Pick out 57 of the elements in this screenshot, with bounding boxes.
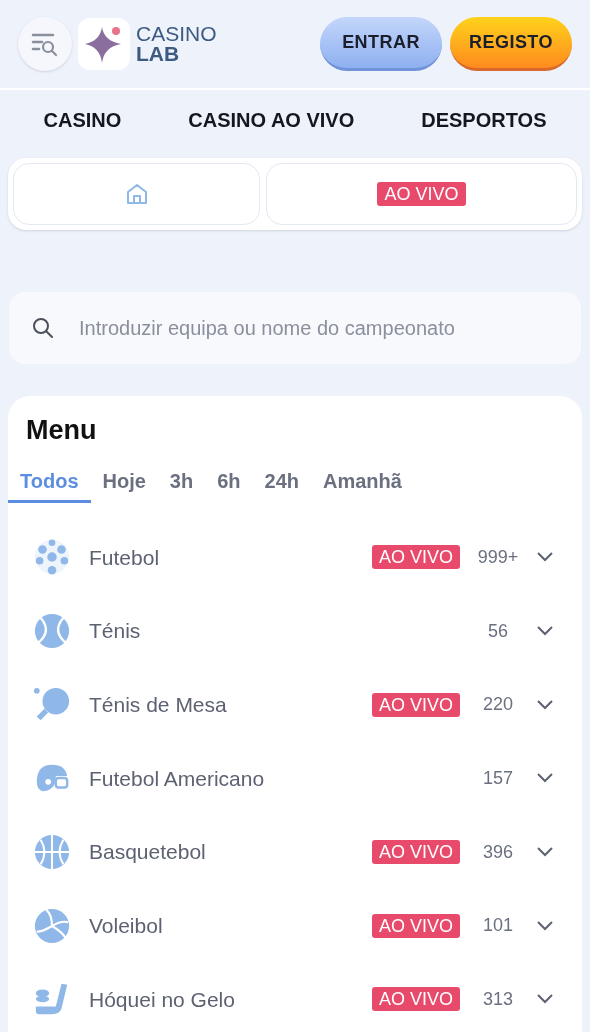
logo-text-lab: LAB [136, 44, 181, 64]
chevron-down-icon [536, 772, 554, 785]
sport-row[interactable]: Ténis 56 [8, 594, 582, 668]
chevron-down-icon [536, 846, 554, 859]
search-field[interactable]: Introduzir equipa ou nome do campeonato [9, 292, 581, 364]
nav-link[interactable]: DESPORTOS [421, 105, 547, 135]
sport-name: Hóquei no Gelo [89, 986, 235, 1013]
filter-tab[interactable]: Amanhã [311, 462, 414, 503]
tennis-ball-icon [33, 612, 71, 651]
nav-link[interactable]: CASINO AO VIVO [188, 105, 355, 135]
sport-name: Futebol [89, 544, 160, 571]
live-tab[interactable]: AO VIVO [266, 163, 577, 225]
menu-search-button[interactable] [18, 17, 72, 71]
chevron-down-icon [536, 625, 554, 638]
sport-name: Ténis de Mesa [89, 691, 227, 718]
chevron-down-icon [536, 993, 554, 1006]
event-count: 56 [487, 619, 509, 643]
event-count: 313 [481, 987, 514, 1011]
event-count: 101 [481, 914, 514, 938]
event-count: 220 [481, 693, 514, 717]
filter-tab[interactable]: Hoje [90, 462, 158, 503]
logo-text-casino: CASINO [136, 24, 217, 44]
sport-name: Futebol Americano [89, 765, 265, 792]
menu-title: Menu [25, 414, 98, 447]
login-button[interactable]: ENTRAR [320, 17, 442, 71]
live-badge: AO VIVO [371, 545, 460, 570]
event-count: 999+ [476, 545, 520, 569]
sport-row[interactable]: Basquetebol AO VIVO 396 [8, 815, 582, 889]
filter-tab[interactable]: Todos [8, 462, 91, 503]
live-badge: AO VIVO [371, 840, 460, 865]
sport-name: Voleibol [89, 913, 163, 940]
sport-row[interactable]: Futebol AO VIVO 999+ [8, 520, 582, 595]
chevron-down-icon [536, 698, 554, 711]
register-button[interactable]: REGISTO [450, 17, 572, 71]
filter-tab[interactable]: 24h [252, 462, 311, 503]
event-count: 157 [481, 766, 514, 790]
sport-name: Basquetebol [89, 839, 206, 866]
soccer-ball-icon [33, 538, 71, 577]
search-icon [31, 316, 55, 340]
chevron-down-icon [536, 919, 554, 932]
event-count: 396 [481, 840, 514, 864]
live-badge: AO VIVO [371, 913, 460, 938]
home-icon [124, 182, 149, 206]
filter-tab[interactable]: 3h [157, 462, 206, 503]
chevron-down-icon [536, 551, 554, 564]
sport-name: Ténis [89, 618, 141, 645]
sport-row[interactable]: Hóquei no Gelo AO VIVO 313 [8, 962, 582, 1032]
live-badge: AO VIVO [377, 182, 466, 206]
sport-row[interactable]: Futebol Americano 157 [8, 741, 582, 816]
basketball-icon [33, 833, 71, 872]
live-badge: AO VIVO [371, 692, 460, 717]
sport-row[interactable]: Ténis de Mesa AO VIVO 220 [8, 667, 582, 742]
volleyball-icon [33, 906, 71, 945]
filter-tab[interactable]: 6h [205, 462, 253, 503]
live-badge: AO VIVO [371, 987, 460, 1012]
sport-row[interactable]: Voleibol AO VIVO 101 [8, 888, 582, 963]
nav-link[interactable]: CASINO [43, 105, 122, 135]
